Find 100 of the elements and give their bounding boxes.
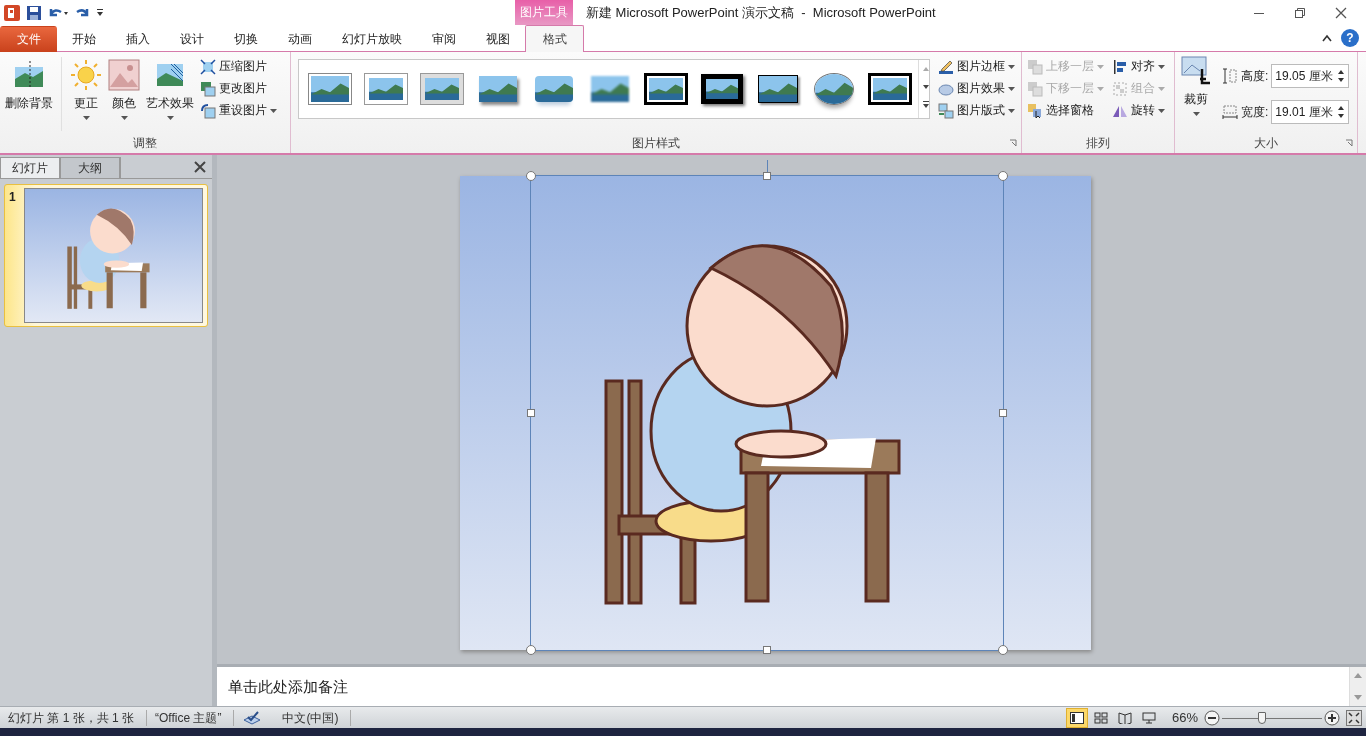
- landscape-icon: [365, 74, 407, 104]
- zoom-in-icon[interactable]: [1324, 709, 1340, 726]
- ribbon-button[interactable]: 图片版式: [936, 101, 1017, 120]
- ribbon-button[interactable]: 删除背景: [3, 55, 55, 133]
- field-label: 宽度:: [1241, 103, 1269, 121]
- landscape-icon: [309, 74, 351, 104]
- status-text: “Office 主题”: [147, 709, 235, 726]
- save-icon[interactable]: [26, 4, 42, 21]
- view-button[interactable]: [1065, 707, 1088, 728]
- resize-handle[interactable]: [526, 409, 535, 417]
- normal-view-icon: [1069, 711, 1084, 724]
- pencil-icon: [938, 58, 954, 75]
- sun-icon: [70, 59, 102, 91]
- ribbon-button[interactable]: 图片边框: [936, 57, 1017, 76]
- landscape-icon: [701, 74, 743, 104]
- ribbon-button[interactable]: 颜色: [106, 55, 142, 133]
- ribbon-tab[interactable]: 插入: [111, 26, 165, 52]
- ribbon-tab[interactable]: 开始: [57, 26, 111, 52]
- notes-field[interactable]: 单击此处添加备注: [217, 667, 1349, 706]
- language-status[interactable]: 中文(中国): [274, 709, 352, 726]
- width-icon: [1222, 104, 1238, 120]
- height-icon: [1222, 68, 1238, 84]
- slide-thumbnail[interactable]: [23, 188, 203, 323]
- close-icon[interactable]: [194, 161, 206, 173]
- context-tab-group-label: 图片工具: [515, 0, 573, 25]
- ribbon-tab[interactable]: 幻灯片放映: [327, 26, 417, 52]
- ribbon-button[interactable]: 对齐: [1110, 57, 1167, 76]
- help-button[interactable]: ?: [1341, 29, 1359, 47]
- ribbon-button[interactable]: 更正: [68, 55, 104, 133]
- size-field[interactable]: 19.01 厘米: [1271, 100, 1350, 124]
- slide-number: 1: [9, 189, 16, 206]
- status-text: 幻灯片 第 1 张，共 1 张: [0, 709, 148, 726]
- ribbon-tab[interactable]: 设计: [165, 26, 219, 52]
- ribbon-button[interactable]: 艺术效果: [144, 55, 196, 133]
- pane-tab[interactable]: 大纲: [60, 157, 120, 178]
- group-label: 图片样式: [632, 134, 680, 152]
- resize-handle[interactable]: [998, 409, 1007, 417]
- fit-to-window-icon[interactable]: [1346, 709, 1362, 726]
- ribbon-tab[interactable]: 格式: [525, 25, 584, 52]
- ribbon-button[interactable]: 压缩图片: [198, 57, 279, 76]
- resize-handle[interactable]: [762, 172, 771, 180]
- zoom-out-icon[interactable]: [1204, 709, 1220, 726]
- selection-pane-icon: [1027, 102, 1043, 119]
- size-field[interactable]: 19.05 厘米: [1271, 64, 1350, 88]
- layout-icon: [938, 102, 954, 119]
- change-picture-icon: [200, 80, 216, 97]
- compress-icon: [200, 58, 216, 75]
- landscape-icon: [758, 75, 798, 103]
- ribbon-button[interactable]: 重设图片: [198, 101, 279, 120]
- collapse-ribbon-icon[interactable]: [1321, 33, 1333, 43]
- landscape-icon: [591, 76, 629, 102]
- restore-icon[interactable]: [1293, 5, 1307, 20]
- book-icon: [1117, 711, 1132, 724]
- landscape-icon: [535, 76, 573, 102]
- landscape-icon: [479, 76, 517, 102]
- resize-handle[interactable]: [525, 645, 536, 655]
- slider-thumb[interactable]: [1258, 711, 1266, 724]
- zoom-level[interactable]: 66%: [1171, 710, 1198, 725]
- dialog-launcher-icon[interactable]: [1345, 139, 1353, 147]
- spinner-icon[interactable]: [1337, 104, 1346, 120]
- crop-icon: [1180, 55, 1212, 87]
- ribbon-tab[interactable]: 审阅: [417, 26, 471, 52]
- reset-picture-icon: [200, 102, 216, 119]
- ribbon-tab[interactable]: 视图: [471, 26, 525, 52]
- layers-icon: [1027, 58, 1043, 75]
- close-icon[interactable]: [1334, 5, 1348, 20]
- ribbon-tab[interactable]: 切换: [219, 26, 273, 52]
- landscape-icon: [871, 76, 909, 102]
- ribbon-button[interactable]: 选择窗格: [1025, 101, 1106, 120]
- resize-handle[interactable]: [997, 171, 1008, 181]
- landscape-icon: [647, 76, 685, 102]
- spell-check-icon[interactable]: [242, 709, 263, 726]
- ribbon-button[interactable]: 更改图片: [198, 79, 279, 98]
- spinner-icon[interactable]: [1337, 68, 1346, 84]
- grid-view-icon: [1093, 711, 1108, 724]
- resize-handle[interactable]: [525, 171, 536, 181]
- field-label: 高度:: [1241, 67, 1269, 85]
- group-icon: [1112, 80, 1128, 97]
- ribbon-tab[interactable]: 动画: [273, 26, 327, 52]
- ribbon-tab[interactable]: 文件: [0, 26, 57, 52]
- crop-button[interactable]: 裁剪: [1178, 55, 1214, 133]
- landscape-icon: [421, 74, 463, 104]
- group-label: 调整: [133, 134, 157, 152]
- zoom-slider[interactable]: [1222, 709, 1322, 726]
- group-label: 排列: [1086, 134, 1110, 152]
- ribbon-button[interactable]: 图片效果: [936, 79, 1017, 98]
- resize-handle[interactable]: [997, 645, 1008, 655]
- dialog-launcher-icon[interactable]: [1009, 139, 1017, 147]
- app-icon[interactable]: [3, 3, 21, 22]
- ribbon-button[interactable]: 旋转: [1110, 101, 1167, 120]
- layers-icon: [1027, 80, 1043, 97]
- resize-handle[interactable]: [762, 646, 771, 654]
- slide-list-item[interactable]: 1: [4, 184, 208, 327]
- align-icon: [1112, 58, 1128, 75]
- tinted-picture-icon: [108, 59, 140, 91]
- window-title: 新建 Microsoft PowerPoint 演示文稿 - Microsoft PowerPoint: [586, 3, 936, 22]
- group-label: 大小: [1254, 134, 1278, 152]
- pane-tab[interactable]: 幻灯片: [0, 157, 60, 178]
- landscape-icon: [814, 73, 854, 105]
- projector-screen-icon: [1141, 711, 1156, 724]
